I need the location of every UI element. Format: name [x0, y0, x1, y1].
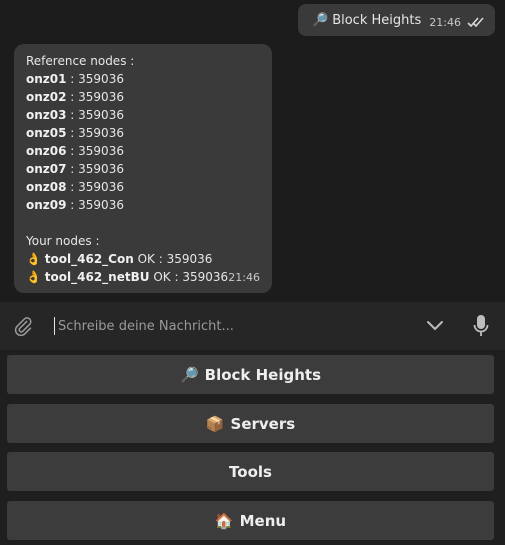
- bot-keyboard: 🔎 Block Heights 📦 Servers Tools 🏠 Menu: [0, 350, 505, 545]
- node-name: onz01: [26, 72, 67, 86]
- reference-node-row: onz06 : 359036: [26, 144, 124, 158]
- ok-hand-emoji-icon: 👌: [26, 270, 41, 284]
- message-input[interactable]: [55, 318, 421, 334]
- node-name: onz06: [26, 144, 67, 158]
- microphone-icon[interactable]: [467, 312, 495, 340]
- node-name: tool_462_netBU: [44, 270, 150, 284]
- incoming-message: Reference nodes : onz01 : 359036 onz02 :…: [14, 44, 272, 293]
- message-time: 21:46: [228, 271, 260, 284]
- node-height: 359036: [78, 72, 124, 86]
- node-name: onz08: [26, 180, 67, 194]
- node-name: onz09: [26, 198, 67, 212]
- node-height: 359036: [78, 162, 124, 176]
- node-height: 359036: [78, 126, 124, 140]
- chat-history: 🔎 Block Heights 21:46 Reference nodes : …: [0, 0, 505, 302]
- node-height: 359036: [78, 198, 124, 212]
- ok-hand-emoji-icon: 👌: [26, 252, 41, 266]
- node-height: 359036: [78, 180, 124, 194]
- your-nodes-title: Your nodes :: [26, 234, 100, 248]
- message-time: 21:46: [429, 15, 461, 29]
- message-text: Block Heights: [332, 12, 422, 28]
- reference-node-row: onz07 : 359036: [26, 162, 124, 176]
- reference-node-row: onz03 : 359036: [26, 108, 124, 122]
- node-name: onz02: [26, 90, 67, 104]
- reference-node-row: onz05 : 359036: [26, 126, 124, 140]
- node-status: OK: [153, 270, 171, 284]
- node-name: onz07: [26, 162, 67, 176]
- chevron-down-icon[interactable]: [421, 312, 449, 340]
- menu-button[interactable]: 🏠 Menu: [7, 501, 494, 540]
- your-node-row: 👌 tool_462_Con OK : 359036: [26, 252, 213, 266]
- node-name: onz05: [26, 126, 67, 140]
- node-status: OK: [137, 252, 155, 266]
- your-node-row: 👌 tool_462_netBU OK : 359036: [26, 270, 229, 284]
- button-label: Tools: [229, 462, 272, 481]
- block-heights-button[interactable]: 🔎 Block Heights: [7, 355, 494, 394]
- reference-node-row: onz01 : 359036: [26, 72, 124, 86]
- house-emoji-icon: 🏠: [214, 511, 234, 530]
- tools-button[interactable]: Tools: [7, 452, 494, 491]
- node-height: 359036: [78, 90, 124, 104]
- node-height: 359036: [78, 144, 124, 158]
- paperclip-icon[interactable]: [10, 313, 36, 339]
- outgoing-message: 🔎 Block Heights 21:46: [298, 4, 495, 36]
- node-name: tool_462_Con: [44, 252, 134, 266]
- node-name: onz03: [26, 108, 67, 122]
- reference-node-row: onz02 : 359036: [26, 90, 124, 104]
- button-label: Menu: [239, 511, 287, 530]
- reference-title: Reference nodes :: [26, 54, 135, 68]
- button-label: Block Heights: [204, 365, 322, 384]
- double-check-icon: [467, 16, 485, 28]
- button-label: Servers: [230, 414, 296, 433]
- servers-button[interactable]: 📦 Servers: [7, 404, 494, 443]
- magnifier-emoji-icon: 🔎: [312, 12, 329, 28]
- reference-node-row: onz09 : 359036: [26, 198, 124, 212]
- node-height: 359036: [182, 270, 229, 284]
- node-height: 359036: [78, 108, 124, 122]
- reference-node-row: onz08 : 359036: [26, 180, 124, 194]
- node-height: 359036: [166, 252, 213, 266]
- package-emoji-icon: 📦: [205, 414, 225, 433]
- magnifier-emoji-icon: 🔎: [179, 365, 199, 384]
- message-composer: [0, 302, 505, 350]
